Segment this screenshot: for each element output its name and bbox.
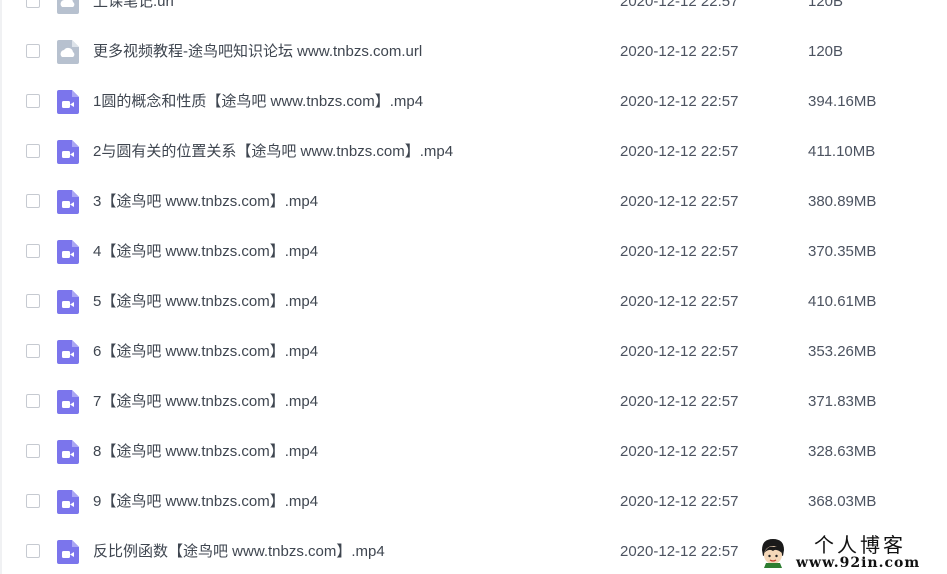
row-checkbox[interactable]: [26, 244, 40, 258]
file-row[interactable]: 6【途鸟吧 www.tnbzs.com】.mp4 2020-12-12 22:5…: [0, 327, 947, 377]
file-date: 2020-12-12 22:57: [620, 193, 739, 210]
video-file-icon: [57, 490, 79, 514]
file-row[interactable]: 1圆的概念和性质【途鸟吧 www.tnbzs.com】.mp4 2020-12-…: [0, 77, 947, 127]
file-row[interactable]: 2与圆有关的位置关系【途鸟吧 www.tnbzs.com】.mp4 2020-1…: [0, 127, 947, 177]
file-date: 2020-12-12 22:57: [620, 0, 739, 10]
file-name[interactable]: 8【途鸟吧 www.tnbzs.com】.mp4: [93, 442, 318, 462]
row-checkbox[interactable]: [26, 344, 40, 358]
file-size: 370.35MB: [808, 243, 877, 260]
file-date: 2020-12-12 22:57: [620, 343, 739, 360]
file-date: 2020-12-12 22:57: [620, 493, 739, 510]
file-name[interactable]: 9【途鸟吧 www.tnbzs.com】.mp4: [93, 492, 318, 512]
row-checkbox[interactable]: [26, 144, 40, 158]
video-file-icon: [57, 140, 79, 164]
file-size: 380.89MB: [808, 193, 877, 210]
file-size: 411.10MB: [808, 143, 876, 160]
row-checkbox[interactable]: [26, 0, 40, 8]
file-date: 2020-12-12 22:57: [620, 543, 739, 560]
video-file-icon: [57, 90, 79, 114]
watermark: 个人博客 www.92in.com: [754, 533, 944, 573]
file-name[interactable]: 7【途鸟吧 www.tnbzs.com】.mp4: [93, 392, 318, 412]
file-date: 2020-12-12 22:57: [620, 93, 739, 110]
file-date: 2020-12-12 22:57: [620, 43, 739, 60]
file-name[interactable]: 2与圆有关的位置关系【途鸟吧 www.tnbzs.com】.mp4: [93, 142, 453, 162]
video-file-icon: [57, 540, 79, 564]
file-date: 2020-12-12 22:57: [620, 243, 739, 260]
video-file-icon: [57, 440, 79, 464]
video-file-icon: [57, 290, 79, 314]
file-date: 2020-12-12 22:57: [620, 143, 739, 160]
row-checkbox[interactable]: [26, 394, 40, 408]
watermark-title: 个人博客: [814, 533, 906, 557]
file-list: 上课笔记.url 2020-12-12 22:57 120B 更多视频教程-途鸟…: [0, 0, 947, 574]
file-date: 2020-12-12 22:57: [620, 393, 739, 410]
file-name[interactable]: 5【途鸟吧 www.tnbzs.com】.mp4: [93, 292, 318, 312]
file-date: 2020-12-12 22:57: [620, 443, 739, 460]
file-name[interactable]: 1圆的概念和性质【途鸟吧 www.tnbzs.com】.mp4: [93, 92, 423, 112]
file-name[interactable]: 更多视频教程-途鸟吧知识论坛 www.tnbzs.com.url: [93, 42, 422, 62]
watermark-url: www.92in.com: [796, 555, 921, 571]
file-name[interactable]: 4【途鸟吧 www.tnbzs.com】.mp4: [93, 242, 318, 262]
video-file-icon: [57, 390, 79, 414]
file-name[interactable]: 反比例函数【途鸟吧 www.tnbzs.com】.mp4: [93, 542, 385, 562]
row-checkbox[interactable]: [26, 194, 40, 208]
file-name[interactable]: 上课笔记.url: [93, 0, 174, 12]
file-row[interactable]: 8【途鸟吧 www.tnbzs.com】.mp4 2020-12-12 22:5…: [0, 427, 947, 477]
file-size: 328.63MB: [808, 443, 877, 460]
video-file-icon: [57, 190, 79, 214]
file-row[interactable]: 3【途鸟吧 www.tnbzs.com】.mp4 2020-12-12 22:5…: [0, 177, 947, 227]
row-checkbox[interactable]: [26, 444, 40, 458]
file-row[interactable]: 上课笔记.url 2020-12-12 22:57 120B: [0, 0, 947, 27]
file-size: 394.16MB: [808, 93, 877, 110]
file-size: 368.03MB: [808, 493, 877, 510]
row-checkbox[interactable]: [26, 494, 40, 508]
video-file-icon: [57, 240, 79, 264]
row-checkbox[interactable]: [26, 294, 40, 308]
file-name[interactable]: 3【途鸟吧 www.tnbzs.com】.mp4: [93, 192, 318, 212]
file-row[interactable]: 更多视频教程-途鸟吧知识论坛 www.tnbzs.com.url 2020-12…: [0, 27, 947, 77]
file-name[interactable]: 6【途鸟吧 www.tnbzs.com】.mp4: [93, 342, 318, 362]
row-checkbox[interactable]: [26, 544, 40, 558]
link-file-icon: [57, 40, 79, 64]
file-size: 120B: [808, 0, 844, 10]
file-row[interactable]: 5【途鸟吧 www.tnbzs.com】.mp4 2020-12-12 22:5…: [0, 277, 947, 327]
file-row[interactable]: 7【途鸟吧 www.tnbzs.com】.mp4 2020-12-12 22:5…: [0, 377, 947, 427]
file-size: 120B: [808, 43, 844, 60]
cartoon-avatar-icon: [758, 536, 788, 568]
file-size: 371.83MB: [808, 393, 877, 410]
file-row[interactable]: 9【途鸟吧 www.tnbzs.com】.mp4 2020-12-12 22:5…: [0, 477, 947, 527]
file-size: 353.26MB: [808, 343, 877, 360]
file-size: 410.61MB: [808, 293, 877, 310]
file-date: 2020-12-12 22:57: [620, 293, 739, 310]
file-row[interactable]: 4【途鸟吧 www.tnbzs.com】.mp4 2020-12-12 22:5…: [0, 227, 947, 277]
link-file-icon: [57, 0, 79, 14]
row-checkbox[interactable]: [26, 44, 40, 58]
video-file-icon: [57, 340, 79, 364]
row-checkbox[interactable]: [26, 94, 40, 108]
